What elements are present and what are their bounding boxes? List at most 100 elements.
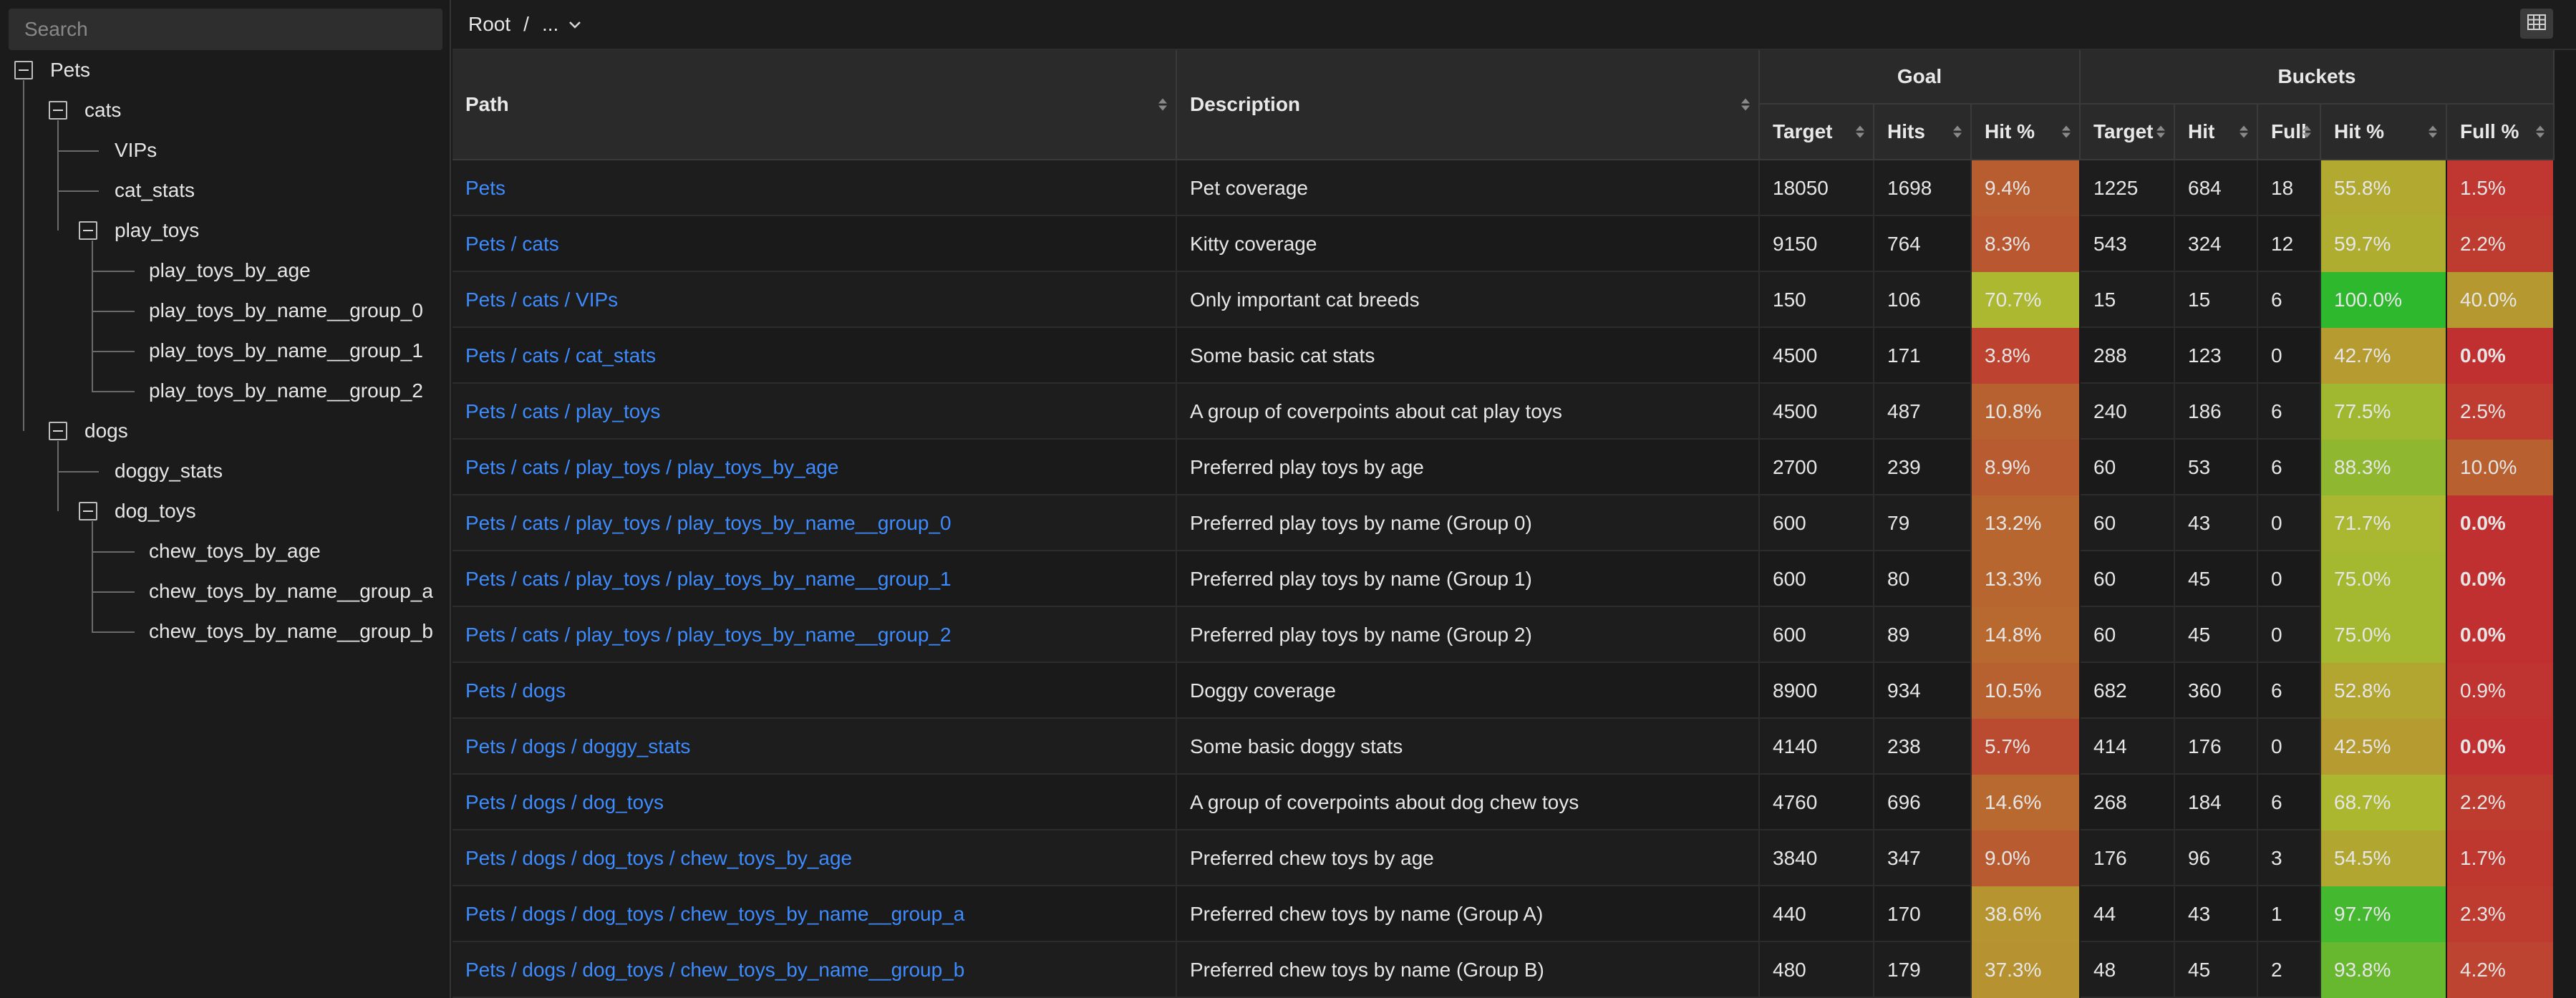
tree-item[interactable]: play_toys_by_age [149, 251, 311, 291]
column-header-buckets-full[interactable]: Full [2258, 105, 2321, 160]
sort-icon[interactable] [1856, 125, 1864, 138]
table-row[interactable]: Pets / cats Kitty coverage 9150 764 8.3% 543 3… [452, 216, 2555, 272]
tree-item[interactable]: play_toys [79, 210, 199, 251]
sort-icon[interactable] [1158, 98, 1167, 111]
search-input[interactable] [9, 9, 442, 50]
tree-item[interactable]: doggy_stats [115, 451, 223, 491]
cell-goal-hits: 347 [1874, 830, 1972, 886]
cell-path[interactable]: Pets / cats / play_toys / play_toys_by_n… [452, 607, 1177, 663]
tree-item[interactable]: chew_toys_by_name__group_a [149, 571, 433, 611]
column-header-buckets-target[interactable]: Target [2081, 105, 2175, 160]
table-row[interactable]: Pets / dogs / dog_toys / chew_toys_by_na… [452, 886, 2555, 942]
collapse-icon[interactable] [79, 502, 97, 520]
table-row[interactable]: Pets / dogs / dog_toys / chew_toys_by_na… [452, 942, 2555, 998]
tree-item[interactable]: dog_toys [79, 491, 196, 531]
tree-connector-line [57, 471, 99, 473]
cell-path[interactable]: Pets / dogs / dog_toys / chew_toys_by_na… [452, 942, 1177, 998]
column-header-goal-hit-pct[interactable]: Hit % [1972, 105, 2081, 160]
table-body: Pets Pet coverage 18050 1698 9.4% 1225 684 18 55… [452, 160, 2555, 998]
collapse-icon[interactable] [49, 101, 67, 120]
tree-item[interactable]: chew_toys_by_name__group_b [149, 611, 433, 651]
table-row[interactable]: Pets / dogs / dog_toys A group of coverpo… [452, 775, 2555, 830]
column-header-buckets-full-pct[interactable]: Full % [2447, 105, 2555, 160]
breadcrumb-more[interactable]: ... [542, 13, 558, 36]
cell-path[interactable]: Pets / cats [452, 216, 1177, 272]
cell-b-hit: 123 [2175, 328, 2258, 384]
cell-path[interactable]: Pets / dogs / dog_toys / chew_toys_by_ag… [452, 830, 1177, 886]
table-row[interactable]: Pets / cats / cat_stats Some basic cat st… [452, 328, 2555, 384]
cell-b-target: 543 [2081, 216, 2175, 272]
chevron-down-icon[interactable] [567, 16, 583, 32]
cell-goal-hits: 1698 [1874, 160, 1972, 216]
sort-icon[interactable] [2062, 125, 2071, 138]
cell-b-full: 0 [2258, 719, 2321, 775]
column-header-buckets-hit-pct[interactable]: Hit % [2321, 105, 2447, 160]
tree-item[interactable]: chew_toys_by_age [149, 531, 321, 571]
collapse-icon[interactable] [49, 422, 67, 440]
table-row[interactable]: Pets / cats / play_toys / play_toys_by_n… [452, 495, 2555, 551]
sort-icon[interactable] [2429, 125, 2437, 138]
tree-connector-line [57, 150, 99, 152]
cell-path[interactable]: Pets [452, 160, 1177, 216]
cell-goal-hit-pct: 5.7% [1972, 719, 2081, 775]
table-row[interactable]: Pets / dogs Doggy coverage 8900 934 10.5% 682… [452, 663, 2555, 719]
cell-path[interactable]: Pets / dogs / doggy_stats [452, 719, 1177, 775]
cell-path[interactable]: Pets / cats / play_toys / play_toys_by_a… [452, 440, 1177, 495]
tree-item[interactable]: play_toys_by_name__group_1 [149, 331, 423, 371]
cell-b-full-pct: 1.7% [2447, 830, 2555, 886]
cell-goal-hit-pct: 3.8% [1972, 328, 2081, 384]
sort-icon[interactable] [1741, 98, 1750, 111]
table-row[interactable]: Pets Pet coverage 18050 1698 9.4% 1225 684 18 55… [452, 160, 2555, 216]
cell-goal-target: 480 [1760, 942, 1874, 998]
cell-path[interactable]: Pets / cats / cat_stats [452, 328, 1177, 384]
table-row[interactable]: Pets / cats / VIPs Only important cat bre… [452, 272, 2555, 328]
sort-icon[interactable] [2303, 125, 2311, 138]
tree-connector-line [92, 351, 135, 352]
column-header-goal-target[interactable]: Target [1760, 105, 1874, 160]
sort-icon[interactable] [1953, 125, 1962, 138]
tree-item[interactable]: dogs [49, 411, 128, 451]
table-row[interactable]: Pets / cats / play_toys A group of coverp… [452, 384, 2555, 440]
collapse-icon[interactable] [79, 221, 97, 240]
cell-b-full: 6 [2258, 440, 2321, 495]
table-row[interactable]: Pets / dogs / doggy_stats Some basic dogg… [452, 719, 2555, 775]
cell-path[interactable]: Pets / dogs / dog_toys / chew_toys_by_na… [452, 886, 1177, 942]
breadcrumb-root[interactable]: Root [468, 13, 510, 36]
column-header-description[interactable]: Description [1177, 50, 1760, 160]
cell-goal-hits: 238 [1874, 719, 1972, 775]
column-header-path[interactable]: Path [452, 50, 1177, 160]
tree-item-label: play_toys [115, 219, 200, 241]
tree-item[interactable]: play_toys_by_name__group_2 [149, 371, 423, 411]
cell-b-full: 1 [2258, 886, 2321, 942]
tree-item[interactable]: Pets [14, 50, 90, 90]
cell-path[interactable]: Pets / cats / play_toys [452, 384, 1177, 440]
tree-item[interactable]: VIPs [115, 130, 157, 170]
cell-path[interactable]: Pets / cats / play_toys / play_toys_by_n… [452, 495, 1177, 551]
sort-icon[interactable] [2536, 125, 2544, 138]
tree-item[interactable]: cat_stats [115, 170, 195, 210]
sort-icon[interactable] [2240, 125, 2248, 138]
sort-icon[interactable] [2156, 125, 2165, 138]
column-header-buckets-hit[interactable]: Hit [2175, 105, 2258, 160]
cell-b-hit-pct: 55.8% [2321, 160, 2447, 216]
table-row[interactable]: Pets / cats / play_toys / play_toys_by_n… [452, 551, 2555, 607]
cell-goal-hit-pct: 38.6% [1972, 886, 2081, 942]
table-row[interactable]: Pets / cats / play_toys / play_toys_by_n… [452, 607, 2555, 663]
cell-path[interactable]: Pets / dogs [452, 663, 1177, 719]
tree-item-label: dog_toys [115, 500, 196, 522]
cell-goal-hits: 764 [1874, 216, 1972, 272]
cell-b-full-pct: 0.0% [2447, 551, 2555, 607]
tree-item[interactable]: play_toys_by_name__group_0 [149, 291, 423, 331]
table-view-button[interactable] [2520, 9, 2553, 39]
column-header-buckets-hit-pct-label: Hit % [2334, 120, 2384, 142]
cell-path[interactable]: Pets / dogs / dog_toys [452, 775, 1177, 830]
cell-path[interactable]: Pets / cats / play_toys / play_toys_by_n… [452, 551, 1177, 607]
cell-path[interactable]: Pets / cats / VIPs [452, 272, 1177, 328]
table-row[interactable]: Pets / dogs / dog_toys / chew_toys_by_ag… [452, 830, 2555, 886]
tree-item-label: cats [84, 99, 122, 121]
column-header-goal-hits[interactable]: Hits [1874, 105, 1972, 160]
table-row[interactable]: Pets / cats / play_toys / play_toys_by_a… [452, 440, 2555, 495]
tree-item[interactable]: cats [49, 90, 121, 130]
collapse-icon[interactable] [14, 61, 33, 79]
cell-description: Pet coverage [1177, 160, 1760, 216]
